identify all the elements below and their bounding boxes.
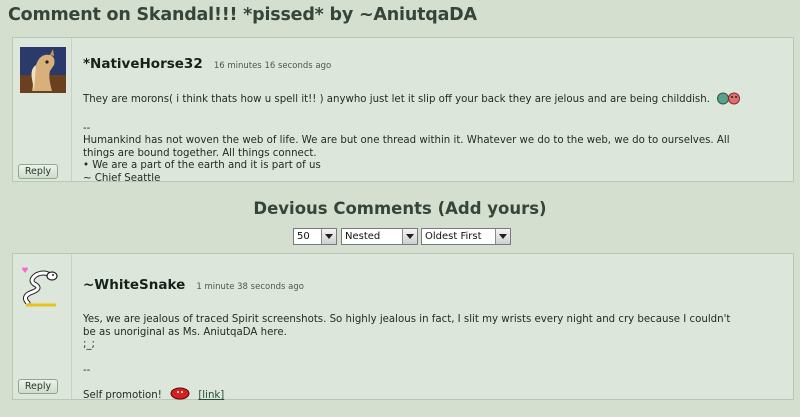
comment-author[interactable]: *NativeHorse32 xyxy=(83,56,203,72)
comment-body: ~WhiteSnake 1 minute 38 seconds ago Yes,… xyxy=(83,274,783,405)
reply-button[interactable]: Reply xyxy=(18,379,58,394)
page-title: Comment on Skandal!!! *pissed* by ~Aniut… xyxy=(8,5,477,25)
signature-separator: -- xyxy=(83,364,91,376)
comment-sidebar: Reply xyxy=(13,38,72,181)
signature-row: Self promotion! [link] xyxy=(83,387,783,405)
avatar[interactable] xyxy=(20,47,66,93)
comment-text: They are morons( i think thats how u spe… xyxy=(83,94,710,105)
signature-line: things are bound together. All things co… xyxy=(83,147,317,159)
comment-text-line: ;_; xyxy=(83,339,95,350)
dropdown-arrow-icon xyxy=(495,229,510,244)
horse-avatar-icon xyxy=(20,47,66,93)
signature-line: Humankind has not woven the web of life.… xyxy=(83,135,730,146)
signature-line: ~ Chief Seattle xyxy=(83,172,161,184)
comment-author[interactable]: ~WhiteSnake xyxy=(83,277,185,293)
snake-avatar-icon xyxy=(22,267,58,307)
comment-card: Reply ~WhiteSnake 1 minute 38 seconds ag… xyxy=(12,253,794,401)
promo-link[interactable]: [link] xyxy=(198,390,224,401)
emoticon-icon xyxy=(716,92,742,110)
reply-button[interactable]: Reply xyxy=(18,164,58,179)
comment-text-line: be as unoriginal as Ms. AniutqaDA here. xyxy=(83,326,287,338)
signature-separator: -- xyxy=(83,122,91,134)
red-emoticon-icon xyxy=(169,387,191,405)
comment-text-line: Yes, we are jealous of traced Spirit scr… xyxy=(83,314,731,325)
comment-card: Reply *NativeHorse32 16 minutes 16 secon… xyxy=(12,37,794,185)
view-mode-select[interactable]: Nested xyxy=(341,228,418,245)
comment-count-select[interactable]: 50 xyxy=(293,228,337,245)
signature-line: • We are a part of the earth and it is p… xyxy=(83,160,321,171)
select-value: Nested xyxy=(345,231,381,242)
comment-text-row: They are morons( i think thats how u spe… xyxy=(83,92,783,110)
promo-text: Self promotion! xyxy=(83,390,162,401)
select-value: 50 xyxy=(297,231,310,242)
devious-comments-title[interactable]: Devious Comments (Add yours) xyxy=(0,199,800,218)
select-value: Oldest First xyxy=(425,231,482,242)
sort-order-select[interactable]: Oldest First xyxy=(421,228,511,245)
comment-body: *NativeHorse32 16 minutes 16 seconds ago… xyxy=(83,53,783,185)
dropdown-arrow-icon xyxy=(402,229,417,244)
comment-sidebar: Reply xyxy=(13,254,72,399)
dropdown-arrow-icon xyxy=(321,229,336,244)
comment-timestamp[interactable]: 16 minutes 16 seconds ago xyxy=(214,61,331,71)
comment-timestamp[interactable]: 1 minute 38 seconds ago xyxy=(196,282,304,292)
avatar[interactable] xyxy=(20,263,66,309)
